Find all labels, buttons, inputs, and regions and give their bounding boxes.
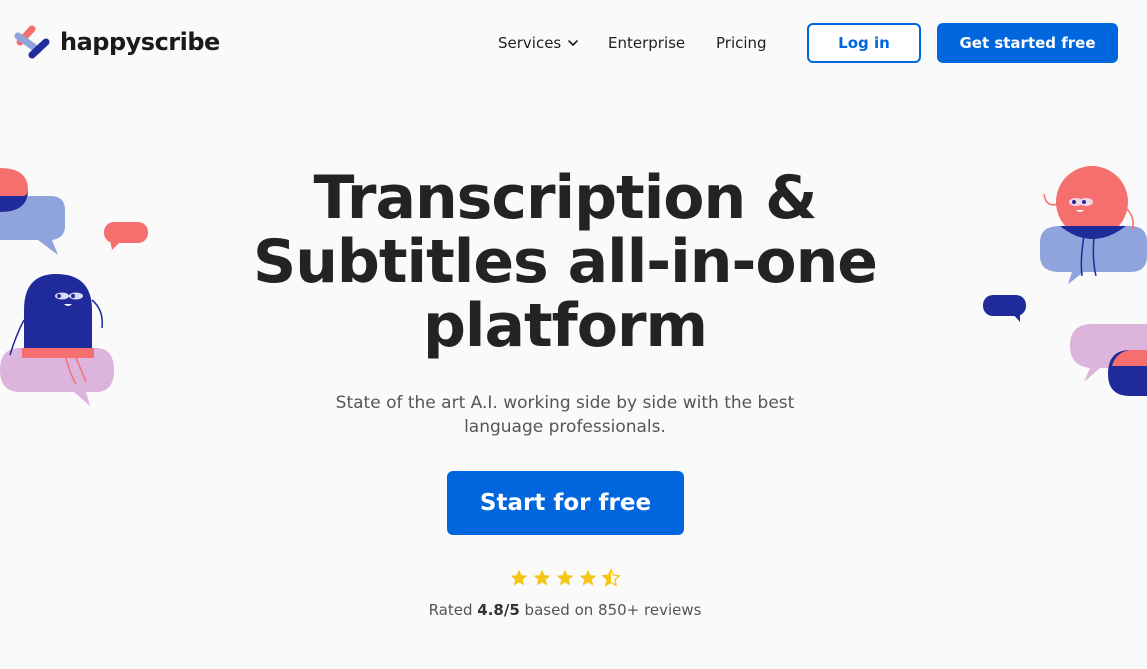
happyscribe-logo-icon: [14, 25, 50, 59]
chevron-down-icon: [568, 40, 579, 46]
hero-title-line2: Subtitles all-in-one: [252, 227, 878, 297]
rating-score: 4.8/5: [477, 601, 520, 619]
logo[interactable]: happyscribe: [12, 22, 220, 62]
hero-subtitle: State of the art A.I. working side by si…: [320, 391, 810, 439]
login-button[interactable]: Log in: [807, 23, 921, 63]
half-star-icon: [601, 568, 621, 587]
star-icon: [533, 569, 551, 586]
get-started-button-label: Get started free: [959, 34, 1096, 52]
hero-title-line3: platform: [422, 291, 708, 361]
star-icon: [556, 569, 574, 586]
star-icon: [579, 569, 597, 586]
nav-enterprise-label: Enterprise: [608, 34, 686, 52]
site-header: happyscribe Services Enterprise Pricing …: [0, 0, 1147, 86]
right-illustration: [983, 166, 1147, 396]
nav-pricing-label: Pricing: [716, 34, 767, 52]
rating-suffix: based on 850+ reviews: [524, 601, 702, 619]
login-button-label: Log in: [838, 34, 890, 52]
left-illustration: [0, 168, 148, 406]
nav-pricing[interactable]: Pricing: [716, 34, 767, 52]
hero-title: Transcription & Subtitles all-in-one pla…: [200, 166, 930, 358]
rating-text: Rated 4.8/5 based on 850+ reviews: [380, 601, 750, 619]
hero-subtitle-line1: State of the art A.I. working side by si…: [335, 393, 795, 413]
nav-enterprise[interactable]: Enterprise: [608, 34, 685, 52]
nav-services-label: Services: [498, 34, 562, 52]
hero-title-line1: Transcription &: [313, 163, 818, 233]
star-icon: [510, 569, 528, 586]
nav-services[interactable]: Services: [498, 34, 579, 52]
rating-prefix: Rated: [428, 601, 473, 619]
rating-stars: [505, 568, 625, 588]
logo-text: happyscribe: [60, 28, 220, 56]
get-started-button[interactable]: Get started free: [937, 23, 1118, 63]
hero-subtitle-line2: language professionals.: [464, 417, 666, 437]
start-for-free-label: Start for free: [479, 490, 652, 516]
start-for-free-button[interactable]: Start for free: [447, 471, 684, 535]
